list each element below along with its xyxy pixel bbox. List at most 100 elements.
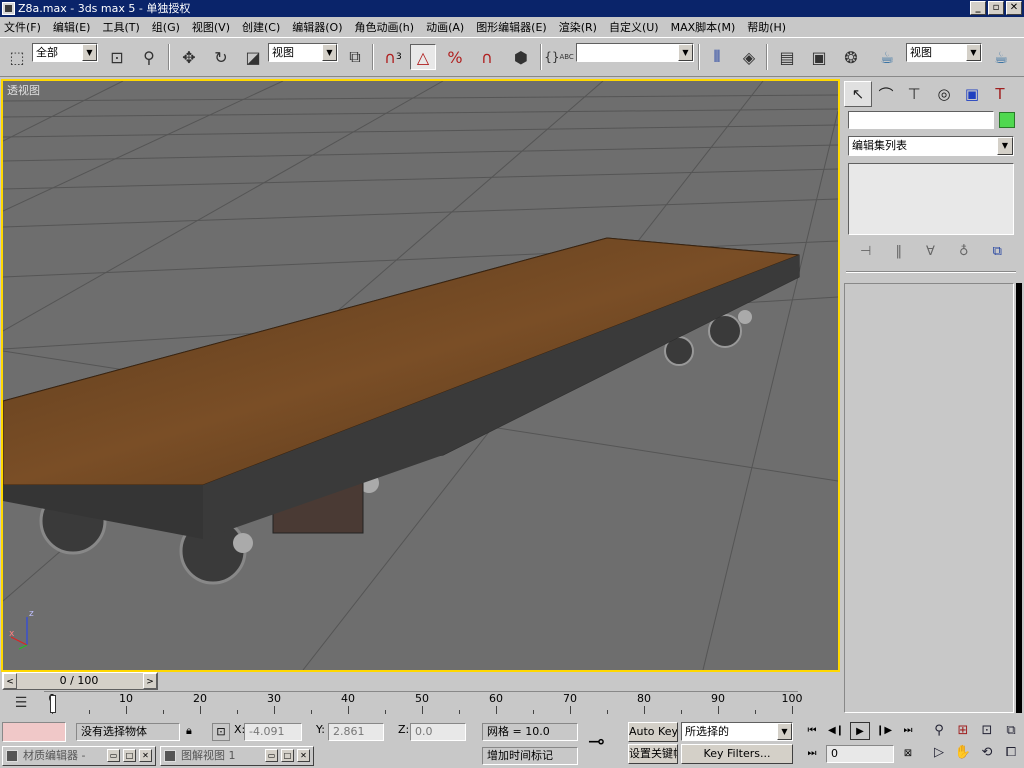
show-end-result-icon[interactable]: ‖ [895, 244, 902, 259]
schematic-view-icon[interactable]: ▣ [806, 44, 832, 70]
previous-frame-icon[interactable]: ◀❙ [826, 722, 846, 740]
current-frame-marker[interactable] [50, 695, 56, 713]
x-coord-field[interactable]: -4.091 [244, 723, 302, 741]
modifier-list-dropdown[interactable]: 编辑集列表 ▼ [848, 136, 1014, 156]
app-icon[interactable] [2, 2, 15, 15]
zoom-icon[interactable]: ⚲ [928, 721, 950, 741]
zoom-extents-icon[interactable]: ⊡ [976, 721, 998, 741]
menu-maxscript[interactable]: MAX脚本(M) [671, 19, 736, 35]
mirror-icon[interactable]: ⫴ [704, 44, 730, 70]
go-to-start-icon[interactable]: ⏮ [802, 722, 822, 740]
maximize-icon[interactable]: □ [281, 749, 294, 762]
play-icon[interactable]: ▶ [850, 722, 870, 740]
perspective-viewport[interactable]: 透视图 z x [1, 79, 840, 672]
time-slider[interactable]: < 0 / 100 > [2, 672, 158, 690]
pan-icon[interactable]: ✋ [952, 743, 974, 763]
absolute-mode-icon[interactable]: ⊡ [212, 723, 230, 741]
menu-help[interactable]: 帮助(H) [747, 19, 786, 35]
current-frame-field[interactable]: 0 [826, 745, 894, 763]
next-frame-icon[interactable]: ❙▶ [874, 722, 894, 740]
menu-edit[interactable]: 编辑(E) [53, 19, 91, 35]
edit-named-selection-icon[interactable]: {} ABC [544, 44, 574, 70]
hierarchy-tab-icon[interactable]: ⊤ [900, 81, 928, 107]
set-key-button[interactable]: 设置关键帧 [628, 744, 678, 764]
angle-snap-icon[interactable]: △ [410, 44, 436, 70]
object-name-input[interactable] [848, 111, 994, 129]
time-slider-next-icon[interactable]: > [143, 673, 157, 689]
menu-group[interactable]: 组(G) [152, 19, 180, 35]
configure-sets-icon[interactable]: ⧉ [993, 244, 1002, 259]
menu-animation[interactable]: 动画(A) [426, 19, 464, 35]
make-unique-icon[interactable]: ∀ [926, 244, 935, 259]
close-icon[interactable]: ✕ [297, 749, 310, 762]
move-icon[interactable]: ✥ [176, 44, 202, 70]
motion-tab-icon[interactable]: ◎ [930, 81, 958, 107]
snap-toggle-icon[interactable]: ∩ 3 [380, 44, 406, 70]
render-type-dropdown[interactable]: 视图 ▼ [906, 43, 982, 62]
key-filters-button[interactable]: Key Filters... [681, 744, 793, 764]
track-view-icon[interactable]: ▤ [774, 44, 800, 70]
close-icon[interactable]: ✕ [139, 749, 152, 762]
menu-modifiers[interactable]: 编辑器(O) [292, 19, 342, 35]
z-coord-field[interactable]: 0.0 [410, 723, 466, 741]
track-bar[interactable]: ☰ 0102030405060708090100 [0, 691, 840, 719]
select-object-icon[interactable]: ⬚ [4, 44, 30, 70]
pin-stack-icon[interactable]: ⊣ [860, 244, 871, 259]
named-selection-dropdown[interactable]: ▼ [576, 43, 694, 62]
time-configuration-icon[interactable]: ⊠ [898, 745, 918, 763]
maxscript-listener-field[interactable] [2, 722, 66, 742]
reference-coordinate-dropdown[interactable]: 视图 ▼ [268, 43, 338, 62]
menu-rendering[interactable]: 渲染(R) [559, 19, 597, 35]
material-editor-icon[interactable]: ❂ [838, 44, 864, 70]
viewport-label[interactable]: 透视图 [7, 82, 40, 98]
create-tab-icon[interactable]: ↖ [844, 81, 872, 107]
menu-customize[interactable]: 自定义(U) [609, 19, 659, 35]
lock-selection-icon[interactable]: 🔒︎ [186, 724, 192, 738]
mini-curve-editor-icon[interactable]: ☰ [8, 695, 34, 715]
close-button[interactable]: ✕ [1006, 1, 1022, 15]
selection-filter-dropdown[interactable]: 全部 ▼ [32, 43, 98, 62]
rotate-icon[interactable]: ↻ [208, 44, 234, 70]
zoom-all-icon[interactable]: ⊞ [952, 721, 974, 741]
material-editor-taskbar[interactable]: 材质编辑器 - ▭ □ ✕ [2, 746, 156, 766]
panel-scrollbar[interactable] [1016, 283, 1022, 713]
display-tab-icon[interactable]: ▣ [958, 81, 986, 107]
set-key-icon[interactable]: ⊸ [588, 729, 605, 753]
go-to-end-icon[interactable]: ⏭ [898, 722, 918, 740]
scale-icon[interactable]: ◪ [240, 44, 266, 70]
select-by-name-icon[interactable]: ⚲ [136, 44, 162, 70]
render-scene-icon[interactable]: ☕ [874, 44, 900, 70]
menu-views[interactable]: 视图(V) [192, 19, 230, 35]
menu-file[interactable]: 文件(F) [4, 19, 41, 35]
object-color-swatch[interactable] [999, 112, 1015, 128]
restore-icon[interactable]: ▭ [265, 749, 278, 762]
utilities-tab-icon[interactable]: T [986, 81, 1014, 107]
menu-create[interactable]: 创建(C) [242, 19, 280, 35]
menu-graph-editors[interactable]: 图形编辑器(E) [476, 19, 547, 35]
pivot-center-icon[interactable]: ⧉ [342, 44, 368, 70]
y-coord-field[interactable]: 2.861 [328, 723, 384, 741]
modifier-stack[interactable] [848, 163, 1014, 235]
maximize-viewport-icon[interactable]: ⧠ [1000, 743, 1022, 763]
maximize-button[interactable]: ▫ [988, 1, 1004, 15]
arc-rotate-icon[interactable]: ⟲ [976, 743, 998, 763]
add-time-tag-field[interactable]: 增加时间标记 [482, 747, 578, 765]
menu-character[interactable]: 角色动画(h) [355, 19, 415, 35]
quick-render-icon[interactable]: ☕ [988, 44, 1014, 70]
named-selection-sets-icon[interactable]: ⬢ [508, 44, 534, 70]
field-of-view-icon[interactable]: ▷ [928, 743, 950, 763]
percent-snap-icon[interactable]: % [442, 44, 468, 70]
zoom-extents-all-icon[interactable]: ⧉ [1000, 721, 1022, 741]
spinner-snap-icon[interactable]: ∩ [474, 44, 500, 70]
remove-modifier-icon[interactable]: ♁ [959, 244, 969, 259]
time-slider-prev-icon[interactable]: < [3, 673, 17, 689]
restore-icon[interactable]: ▭ [107, 749, 120, 762]
modify-tab-icon[interactable]: ⌒ [872, 81, 900, 107]
key-mode-dropdown[interactable]: 所选择的 ▼ [681, 722, 793, 741]
maximize-icon[interactable]: □ [123, 749, 136, 762]
align-icon[interactable]: ◈ [736, 44, 762, 70]
select-region-icon[interactable]: ⊡ [104, 44, 130, 70]
auto-key-button[interactable]: Auto Key [628, 722, 678, 742]
schematic-view-taskbar[interactable]: 图解视图 1 ▭ □ ✕ [160, 746, 314, 766]
menu-tools[interactable]: 工具(T) [102, 19, 139, 35]
